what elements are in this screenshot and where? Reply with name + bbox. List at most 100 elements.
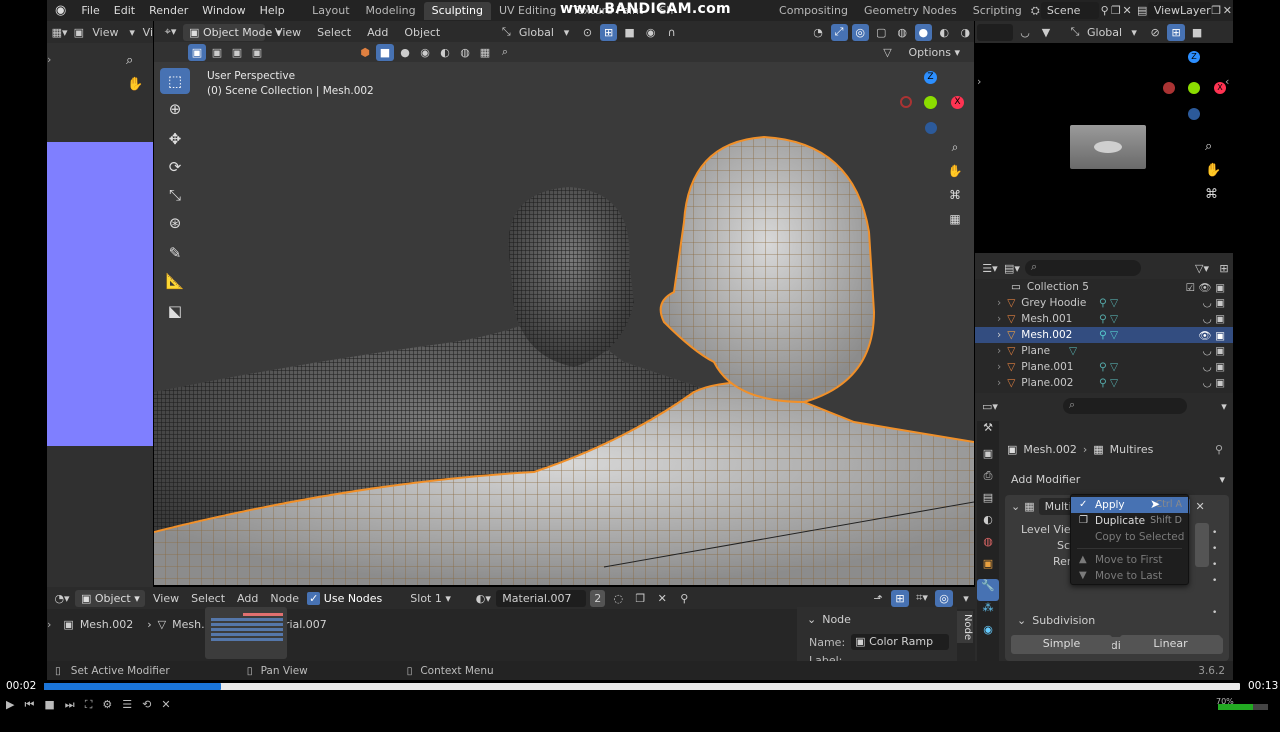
outliner-search[interactable]: ⌕ <box>1025 260 1141 276</box>
viewport-menu-select[interactable]: Select <box>311 26 357 39</box>
overlay-icon[interactable]: ◎ <box>851 23 869 41</box>
select-box-icon[interactable]: ⬚ <box>160 68 190 94</box>
filter-icon[interactable]: ▼ <box>1037 24 1055 41</box>
node-menu-node[interactable]: Node <box>266 592 303 605</box>
node-menu-add[interactable]: Add <box>233 592 262 605</box>
menu-render[interactable]: Render <box>142 4 195 17</box>
play-icon[interactable]: ▶ <box>6 698 14 712</box>
gizmo-neg-x-axis[interactable] <box>900 96 912 108</box>
context-item-move-to-first[interactable]: ▲ Move to First <box>1071 552 1188 568</box>
settings-icon[interactable]: ⚙ <box>102 698 112 712</box>
properties-search[interactable]: ⌕ <box>1063 398 1187 414</box>
modifier-tab-icon[interactable]: 🔧 <box>977 579 999 601</box>
camera-icon[interactable]: ⌘ <box>944 184 966 206</box>
repeat-icon[interactable]: ⟲ <box>142 698 151 712</box>
editor-type-icon[interactable]: ⌖▾ <box>162 24 179 41</box>
gizmo-neg-z-axis[interactable] <box>1188 108 1200 120</box>
remove-scene-icon[interactable]: ✕ <box>1121 2 1132 19</box>
image-icon[interactable]: ▣ <box>70 24 87 41</box>
chevron-down-icon[interactable]: ▾ <box>1215 398 1233 415</box>
principled-bsdf-node[interactable] <box>205 607 287 659</box>
menu-file[interactable]: File <box>74 4 106 17</box>
row-toggles[interactable]: ◡ ▣ <box>1203 345 1225 357</box>
gizmo-z-axis[interactable]: Z <box>924 71 937 84</box>
use-nodes-checkbox[interactable]: ✓ Use Nodes <box>307 591 382 605</box>
snap-mode-icon[interactable]: ⌗▾ <box>913 590 931 607</box>
tab-modeling[interactable]: Modeling <box>358 2 424 20</box>
mesh-filter-icon[interactable]: ■ <box>376 43 394 61</box>
parent-node-icon[interactable]: ⬏ <box>869 590 887 607</box>
scene-field[interactable]: Scene <box>1040 2 1100 19</box>
chevron-down-icon[interactable]: ▾ <box>123 24 140 41</box>
display-mode-icon[interactable]: ▤▾ <box>1003 260 1021 277</box>
rendered-shading-icon[interactable]: ◑ <box>957 24 974 41</box>
fake-user-icon[interactable]: ◌ <box>609 590 627 607</box>
hand-icon[interactable]: ✋ <box>127 77 143 92</box>
volume-slider[interactable] <box>1218 704 1268 710</box>
menu-help[interactable]: Help <box>253 4 292 17</box>
viewport-menu-add[interactable]: Add <box>361 26 394 39</box>
chevron-down-icon[interactable]: ▾ <box>957 590 975 607</box>
right-viewport[interactable]: Z X ⌕ ✋ ⌘ › ‹ <box>975 43 1233 253</box>
right-transform-orientation[interactable]: Global <box>1087 26 1122 39</box>
select-mode-icon[interactable]: ▣ <box>188 43 206 61</box>
snap-target-icon[interactable]: ■ <box>621 24 638 41</box>
filter-icon[interactable]: ▽▾ <box>1193 260 1211 277</box>
stop-icon[interactable]: ■ <box>44 698 54 712</box>
left-view-menu[interactable]: View <box>89 26 121 39</box>
right-top-field[interactable] <box>977 23 1013 41</box>
annotate-icon[interactable]: ✎ <box>160 240 190 266</box>
zoom-icon[interactable]: ⌕ <box>126 53 133 68</box>
chevron-down-icon[interactable]: ▾ <box>1125 24 1143 41</box>
3d-viewport[interactable]: ▣ ▣ ▣ ▣ ⬢ ■ ● ◉ ◐ ◍ ▦ ⌕ ▽ Options ▾ User… <box>154 42 974 585</box>
gizmo-z-axis[interactable]: Z <box>1188 51 1200 63</box>
playlist-icon[interactable]: ☰ <box>122 698 132 712</box>
outliner-row[interactable]: › ▽ Grey Hoodie ⚲ ▽ ◡ ▣ <box>975 295 1233 311</box>
shader-type-select[interactable]: ▣ Object ▾ <box>75 589 145 607</box>
measure-icon[interactable]: 📐 <box>160 268 190 294</box>
viewport-menu-view[interactable]: View <box>269 26 307 39</box>
rotate-icon[interactable]: ⟳ <box>160 154 190 180</box>
falloff-icon[interactable]: ∩ <box>663 24 680 41</box>
gizmo-x-axis[interactable]: X <box>951 96 964 109</box>
sphere-filter-icon[interactable]: ● <box>396 44 414 61</box>
editor-type-icon[interactable]: ☰▾ <box>981 260 999 277</box>
row-toggles[interactable]: 👁 ▣ <box>1198 329 1225 342</box>
collapse-icon[interactable]: ⌄ <box>1011 500 1020 513</box>
overlay-icon[interactable]: ◎ <box>935 589 953 607</box>
pivot-icon[interactable]: ⊘ <box>1146 24 1164 41</box>
snap-icon[interactable]: ⊞ <box>1167 23 1186 41</box>
wireframe-shading-icon[interactable]: ◍ <box>894 24 911 41</box>
users-count[interactable]: 2 <box>590 589 606 607</box>
row-toggles[interactable]: ◡ ▣ <box>1203 313 1225 325</box>
snap-icon[interactable]: ⊞ <box>891 589 909 607</box>
menu-window[interactable]: Window <box>195 4 252 17</box>
world-tab-icon[interactable]: ◍ <box>977 535 999 557</box>
particles-tab-icon[interactable]: ⁂ <box>977 601 999 623</box>
keyframe-dots[interactable]: • • • • • <box>1212 525 1217 621</box>
transform-orientation[interactable]: Global <box>519 26 554 39</box>
move-icon[interactable]: ✥ <box>160 126 190 152</box>
physics-tab-icon[interactable]: ◉ <box>977 623 999 645</box>
context-item-apply[interactable]: ✓ Apply Ctrl A <box>1071 497 1188 513</box>
outliner-row[interactable]: › ▽ Plane.002 ⚲ ▽ ◡ ▣ <box>975 375 1233 391</box>
simple-button[interactable]: Simple <box>1011 635 1112 652</box>
hand-icon[interactable]: ✋ <box>1205 163 1221 178</box>
search-icon[interactable]: ⌕ <box>496 44 514 61</box>
pin-icon[interactable]: ⚲ <box>1215 443 1223 456</box>
output-tab-icon[interactable]: ⎙ <box>977 469 999 491</box>
new-view-layer-icon[interactable]: ❐ <box>1211 2 1222 19</box>
transform-icon[interactable]: ⊛ <box>160 210 190 236</box>
orientation-icon[interactable]: ⤡ <box>498 24 515 41</box>
outliner-collection-row[interactable]: ▭ Collection 5 ☑ 👁 ▣ <box>975 279 1233 295</box>
gizmo-icon[interactable]: ⤢ <box>830 23 848 41</box>
select-intersect-icon[interactable]: ▣ <box>248 44 266 61</box>
new-material-icon[interactable]: ❐ <box>631 590 649 607</box>
row-toggles[interactable]: ◡ ▣ <box>1203 361 1225 373</box>
zoom-icon[interactable]: ⌕ <box>944 136 966 158</box>
light-filter-icon[interactable]: ◉ <box>416 44 434 61</box>
navigation-gizmo[interactable]: Z X <box>894 68 964 138</box>
slot-select[interactable]: Slot 1 ▾ <box>410 592 470 605</box>
snap-target-icon[interactable]: ■ <box>1188 24 1206 41</box>
scale-icon[interactable]: ⤡ <box>160 182 190 208</box>
